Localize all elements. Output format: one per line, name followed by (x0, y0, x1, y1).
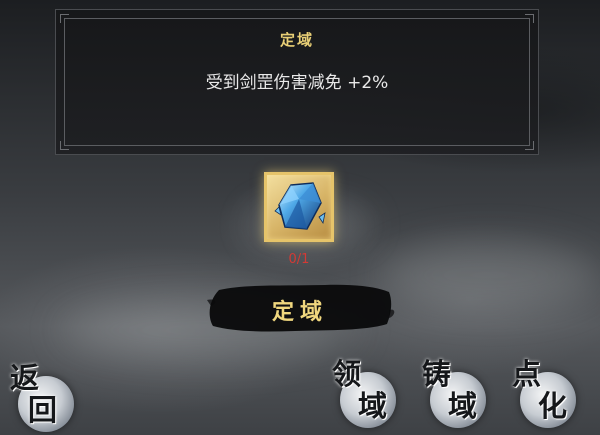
panel-corner (60, 14, 69, 23)
lingyu-button[interactable]: 领 域 (330, 358, 402, 430)
lingyu-button-char: 域 (358, 389, 388, 423)
panel-corner (525, 14, 534, 23)
game-screen: 定域 受到剑罡伤害减免 +2% 0/1 定域 返 回 领 域 铸 域 点 化 (0, 0, 600, 435)
back-button-char: 回 (28, 393, 58, 427)
panel-corner (525, 141, 534, 150)
back-button-char: 返 (10, 361, 40, 395)
dianhua-button[interactable]: 点 化 (510, 358, 582, 430)
dianhua-button-char: 化 (538, 389, 568, 423)
material-count: 0/1 (288, 252, 310, 267)
confirm-domain-button[interactable]: 定域 (205, 280, 395, 336)
back-button[interactable]: 返 回 (8, 362, 80, 434)
dianhua-button-char: 点 (512, 357, 542, 391)
mist-decoration (380, 240, 600, 310)
zhuyu-button-char: 铸 (422, 357, 452, 391)
zhuyu-button-char: 域 (448, 389, 478, 423)
domain-info-panel: 定域 受到剑罡伤害减免 +2% (55, 9, 539, 155)
zhuyu-button[interactable]: 铸 域 (420, 358, 492, 430)
confirm-button-label: 定域 (271, 299, 328, 325)
lingyu-button-char: 领 (332, 357, 362, 391)
panel-corner (60, 141, 69, 150)
effect-description: 受到剑罡伤害减免 +2% (205, 73, 389, 93)
panel-title: 定域 (279, 31, 314, 49)
blue-crystal-icon (274, 182, 326, 230)
material-slot[interactable] (264, 172, 334, 242)
